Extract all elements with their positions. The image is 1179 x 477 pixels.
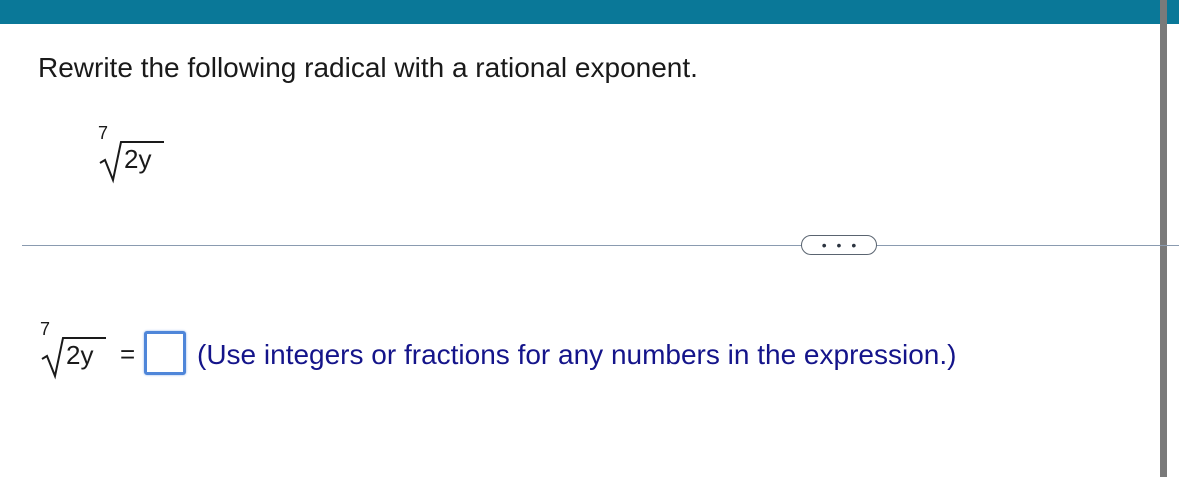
answer-input-box[interactable] bbox=[144, 331, 186, 375]
section-divider bbox=[876, 245, 1179, 246]
expand-more-button[interactable]: • • • bbox=[801, 235, 877, 255]
answer-lhs-radical: 7 2y bbox=[34, 320, 114, 380]
question-instruction: Rewrite the following radical with a rat… bbox=[38, 52, 698, 83]
section-divider bbox=[22, 245, 802, 246]
problem-radical-expression: 7 2y bbox=[92, 124, 172, 184]
answer-hint: (Use integers or fractions for any numbe… bbox=[197, 339, 957, 370]
answer-input[interactable] bbox=[147, 334, 183, 372]
equals-sign: = bbox=[120, 339, 136, 369]
radicand: 2y bbox=[124, 144, 152, 174]
scrollbar[interactable] bbox=[1160, 0, 1167, 477]
top-header-bar bbox=[0, 0, 1179, 24]
radicand: 2y bbox=[66, 340, 94, 370]
